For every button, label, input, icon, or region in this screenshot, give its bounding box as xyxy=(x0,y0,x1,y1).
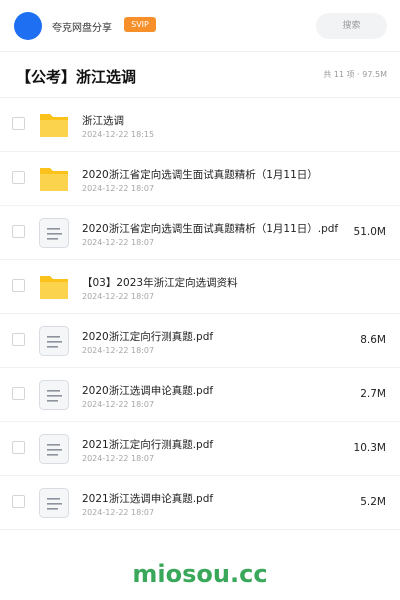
file-size: 51.0M xyxy=(353,226,386,238)
svip-badge: SVIP xyxy=(124,17,156,32)
row-checkbox[interactable] xyxy=(12,495,25,508)
file-name: 浙江选调 xyxy=(82,115,124,127)
file-date: 2024-12-22 18:07 xyxy=(82,346,155,355)
file-date: 2024-12-22 18:07 xyxy=(82,292,155,301)
folder-icon xyxy=(38,163,70,195)
list-item[interactable]: 2021浙江选调申论真题.pdf 2024-12-22 18:07 5.2M xyxy=(0,476,400,530)
file-name: 2021浙江定向行测真题.pdf xyxy=(82,439,214,451)
file-date: 2024-12-22 18:07 xyxy=(82,238,155,247)
file-name: 2021浙江选调申论真题.pdf xyxy=(82,493,214,505)
row-checkbox[interactable] xyxy=(12,225,25,238)
document-icon xyxy=(38,379,70,411)
folder-title-bar: 【公考】浙江选调 共 11 项 · 97.5M xyxy=(0,52,400,98)
row-checkbox[interactable] xyxy=(12,441,25,454)
top-header: 夸克网盘分享 SVIP 搜索 xyxy=(0,0,400,52)
file-size: 5.2M xyxy=(360,496,386,508)
list-item[interactable]: 2020浙江省定向选调生面试真题精析（1月11日） 2024-12-22 18:… xyxy=(0,152,400,206)
page-title: 【公考】浙江选调 xyxy=(16,68,137,86)
row-checkbox[interactable] xyxy=(12,333,25,346)
document-icon xyxy=(38,325,70,357)
file-size: 10.3M xyxy=(353,442,386,454)
document-icon xyxy=(38,433,70,465)
file-date: 2024-12-22 18:07 xyxy=(82,508,155,517)
file-size: 8.6M xyxy=(360,334,386,346)
file-name: 2020浙江定向行测真题.pdf xyxy=(82,331,214,343)
row-checkbox[interactable] xyxy=(12,117,25,130)
row-checkbox[interactable] xyxy=(12,387,25,400)
folder-icon xyxy=(38,109,70,141)
folder-icon xyxy=(38,271,70,303)
file-date: 2024-12-22 18:07 xyxy=(82,184,155,193)
file-size: 2.7M xyxy=(360,388,386,400)
folder-summary: 共 11 项 · 97.5M xyxy=(323,70,387,79)
file-name: 2020浙江省定向选调生面试真题精析（1月11日） xyxy=(82,169,318,181)
row-checkbox[interactable] xyxy=(12,279,25,292)
file-date: 2024-12-22 18:07 xyxy=(82,400,155,409)
watermark: miosou.cc xyxy=(132,560,268,588)
list-item[interactable]: 2020浙江省定向选调生面试真题精析（1月11日）.pdf 2024-12-22… xyxy=(0,206,400,260)
list-item[interactable]: 2021浙江定向行测真题.pdf 2024-12-22 18:07 10.3M xyxy=(0,422,400,476)
avatar[interactable] xyxy=(14,12,42,40)
list-item[interactable]: 【03】2023年浙江定向选调资料 2024-12-22 18:07 xyxy=(0,260,400,314)
document-icon xyxy=(38,487,70,519)
row-checkbox[interactable] xyxy=(12,171,25,184)
search-input[interactable]: 搜索 xyxy=(316,13,387,39)
list-item[interactable]: 2020浙江定向行测真题.pdf 2024-12-22 18:07 8.6M xyxy=(0,314,400,368)
file-name: 【03】2023年浙江定向选调资料 xyxy=(82,277,238,289)
file-date: 2024-12-22 18:15 xyxy=(82,130,155,139)
file-name: 2020浙江省定向选调生面试真题精析（1月11日）.pdf xyxy=(82,223,339,235)
file-date: 2024-12-22 18:07 xyxy=(82,454,155,463)
list-item[interactable]: 2020浙江选调申论真题.pdf 2024-12-22 18:07 2.7M xyxy=(0,368,400,422)
document-icon xyxy=(38,217,70,249)
share-title: 夸克网盘分享 xyxy=(52,23,112,34)
file-list: 浙江选调 2024-12-22 18:15 2020浙江省定向选调生面试真题精析… xyxy=(0,98,400,530)
file-name: 2020浙江选调申论真题.pdf xyxy=(82,385,214,397)
list-item[interactable]: 浙江选调 2024-12-22 18:15 xyxy=(0,98,400,152)
